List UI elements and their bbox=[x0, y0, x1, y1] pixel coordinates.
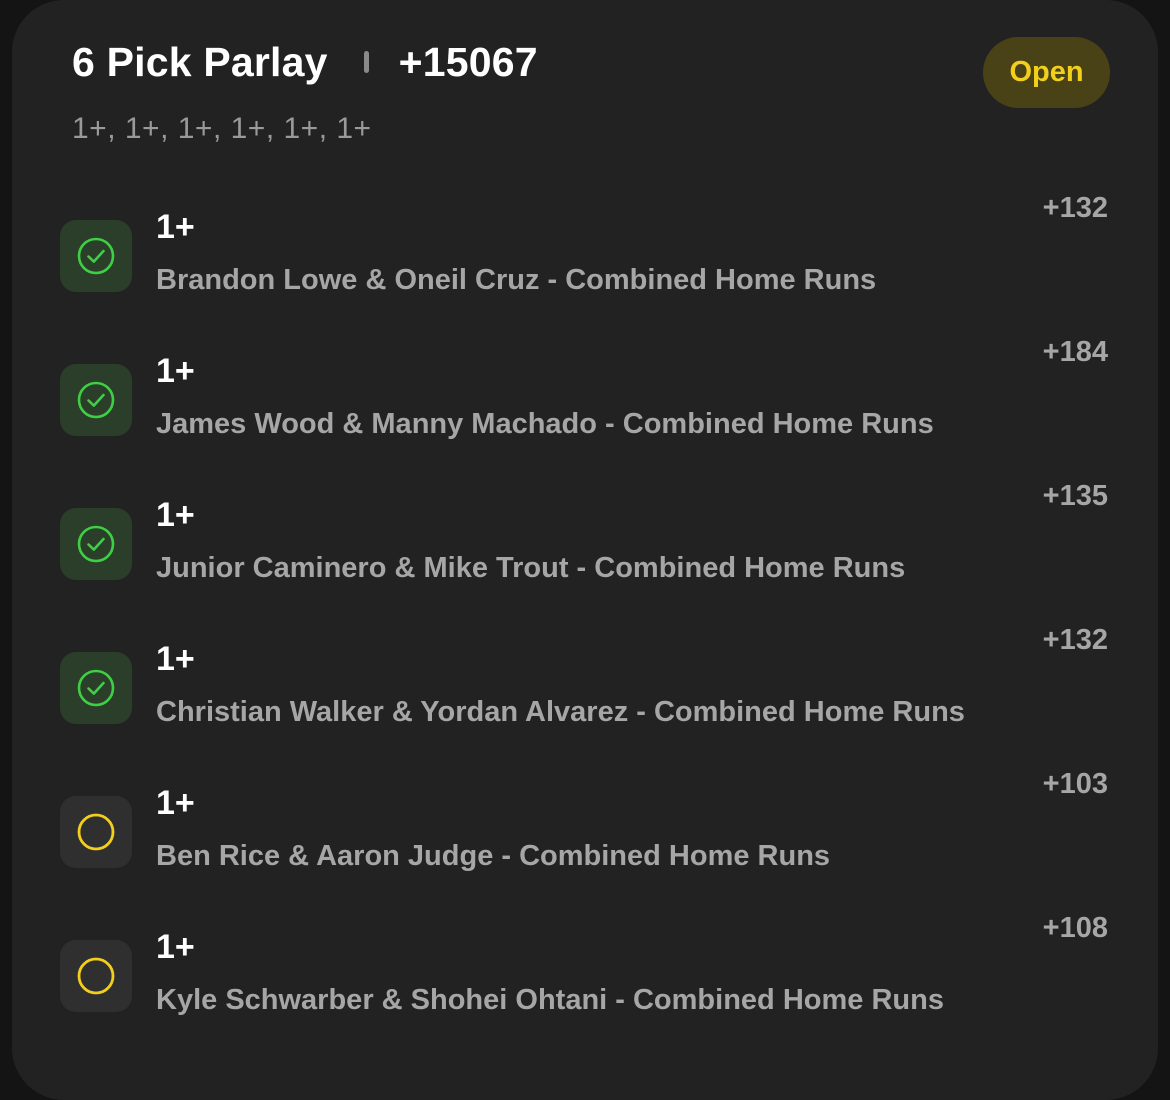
leg-odds: +184 bbox=[1042, 336, 1108, 368]
check-circle-icon bbox=[60, 364, 132, 436]
leg-line: 1+ bbox=[156, 496, 195, 534]
parlay-card: 6 Pick Parlay +15067 Open 1+, 1+, 1+, 1+… bbox=[12, 0, 1158, 1100]
leg-odds: +132 bbox=[1042, 192, 1108, 224]
parlay-header: 6 Pick Parlay +15067 bbox=[72, 38, 538, 86]
parlay-title: 6 Pick Parlay bbox=[72, 38, 328, 85]
leg-description: Brandon Lowe & Oneil Cruz - Combined Hom… bbox=[156, 264, 877, 296]
leg-description: Kyle Schwarber & Shohei Ohtani - Combine… bbox=[156, 984, 944, 1016]
parlay-odds: +15067 bbox=[398, 38, 538, 85]
leg-row[interactable]: 1+ James Wood & Manny Machado - Combined … bbox=[12, 334, 1158, 454]
leg-description: James Wood & Manny Machado - Combined Ho… bbox=[156, 408, 934, 440]
leg-row[interactable]: 1+ Brandon Lowe & Oneil Cruz - Combined H… bbox=[12, 190, 1158, 310]
leg-line: 1+ bbox=[156, 784, 195, 822]
leg-line: 1+ bbox=[156, 640, 195, 678]
pending-circle-icon bbox=[60, 796, 132, 868]
leg-odds: +132 bbox=[1042, 624, 1108, 656]
leg-odds: +108 bbox=[1042, 912, 1108, 944]
check-circle-icon bbox=[60, 508, 132, 580]
leg-line: 1+ bbox=[156, 208, 195, 246]
pending-circle-icon bbox=[60, 940, 132, 1012]
title-divider bbox=[363, 51, 369, 73]
parlay-summary: 1+, 1+, 1+, 1+, 1+, 1+ bbox=[72, 112, 372, 145]
check-circle-icon bbox=[60, 652, 132, 724]
check-circle-icon bbox=[60, 220, 132, 292]
leg-row[interactable]: 1+ Christian Walker & Yordan Alvarez - Co… bbox=[12, 622, 1158, 742]
leg-line: 1+ bbox=[156, 928, 195, 966]
leg-description: Junior Caminero & Mike Trout - Combined … bbox=[156, 552, 906, 584]
leg-description: Ben Rice & Aaron Judge - Combined Home R… bbox=[156, 840, 831, 872]
leg-row[interactable]: 1+ Junior Caminero & Mike Trout - Combine… bbox=[12, 478, 1158, 598]
leg-row[interactable]: 1+ Ben Rice & Aaron Judge - Combined Home… bbox=[12, 766, 1158, 886]
status-badge[interactable]: Open bbox=[983, 37, 1110, 108]
leg-line: 1+ bbox=[156, 352, 195, 390]
leg-row[interactable]: 1+ Kyle Schwarber & Shohei Ohtani - Combi… bbox=[12, 910, 1158, 1030]
leg-odds: +135 bbox=[1042, 480, 1108, 512]
leg-description: Christian Walker & Yordan Alvarez - Comb… bbox=[156, 696, 965, 728]
leg-odds: +103 bbox=[1042, 768, 1108, 800]
